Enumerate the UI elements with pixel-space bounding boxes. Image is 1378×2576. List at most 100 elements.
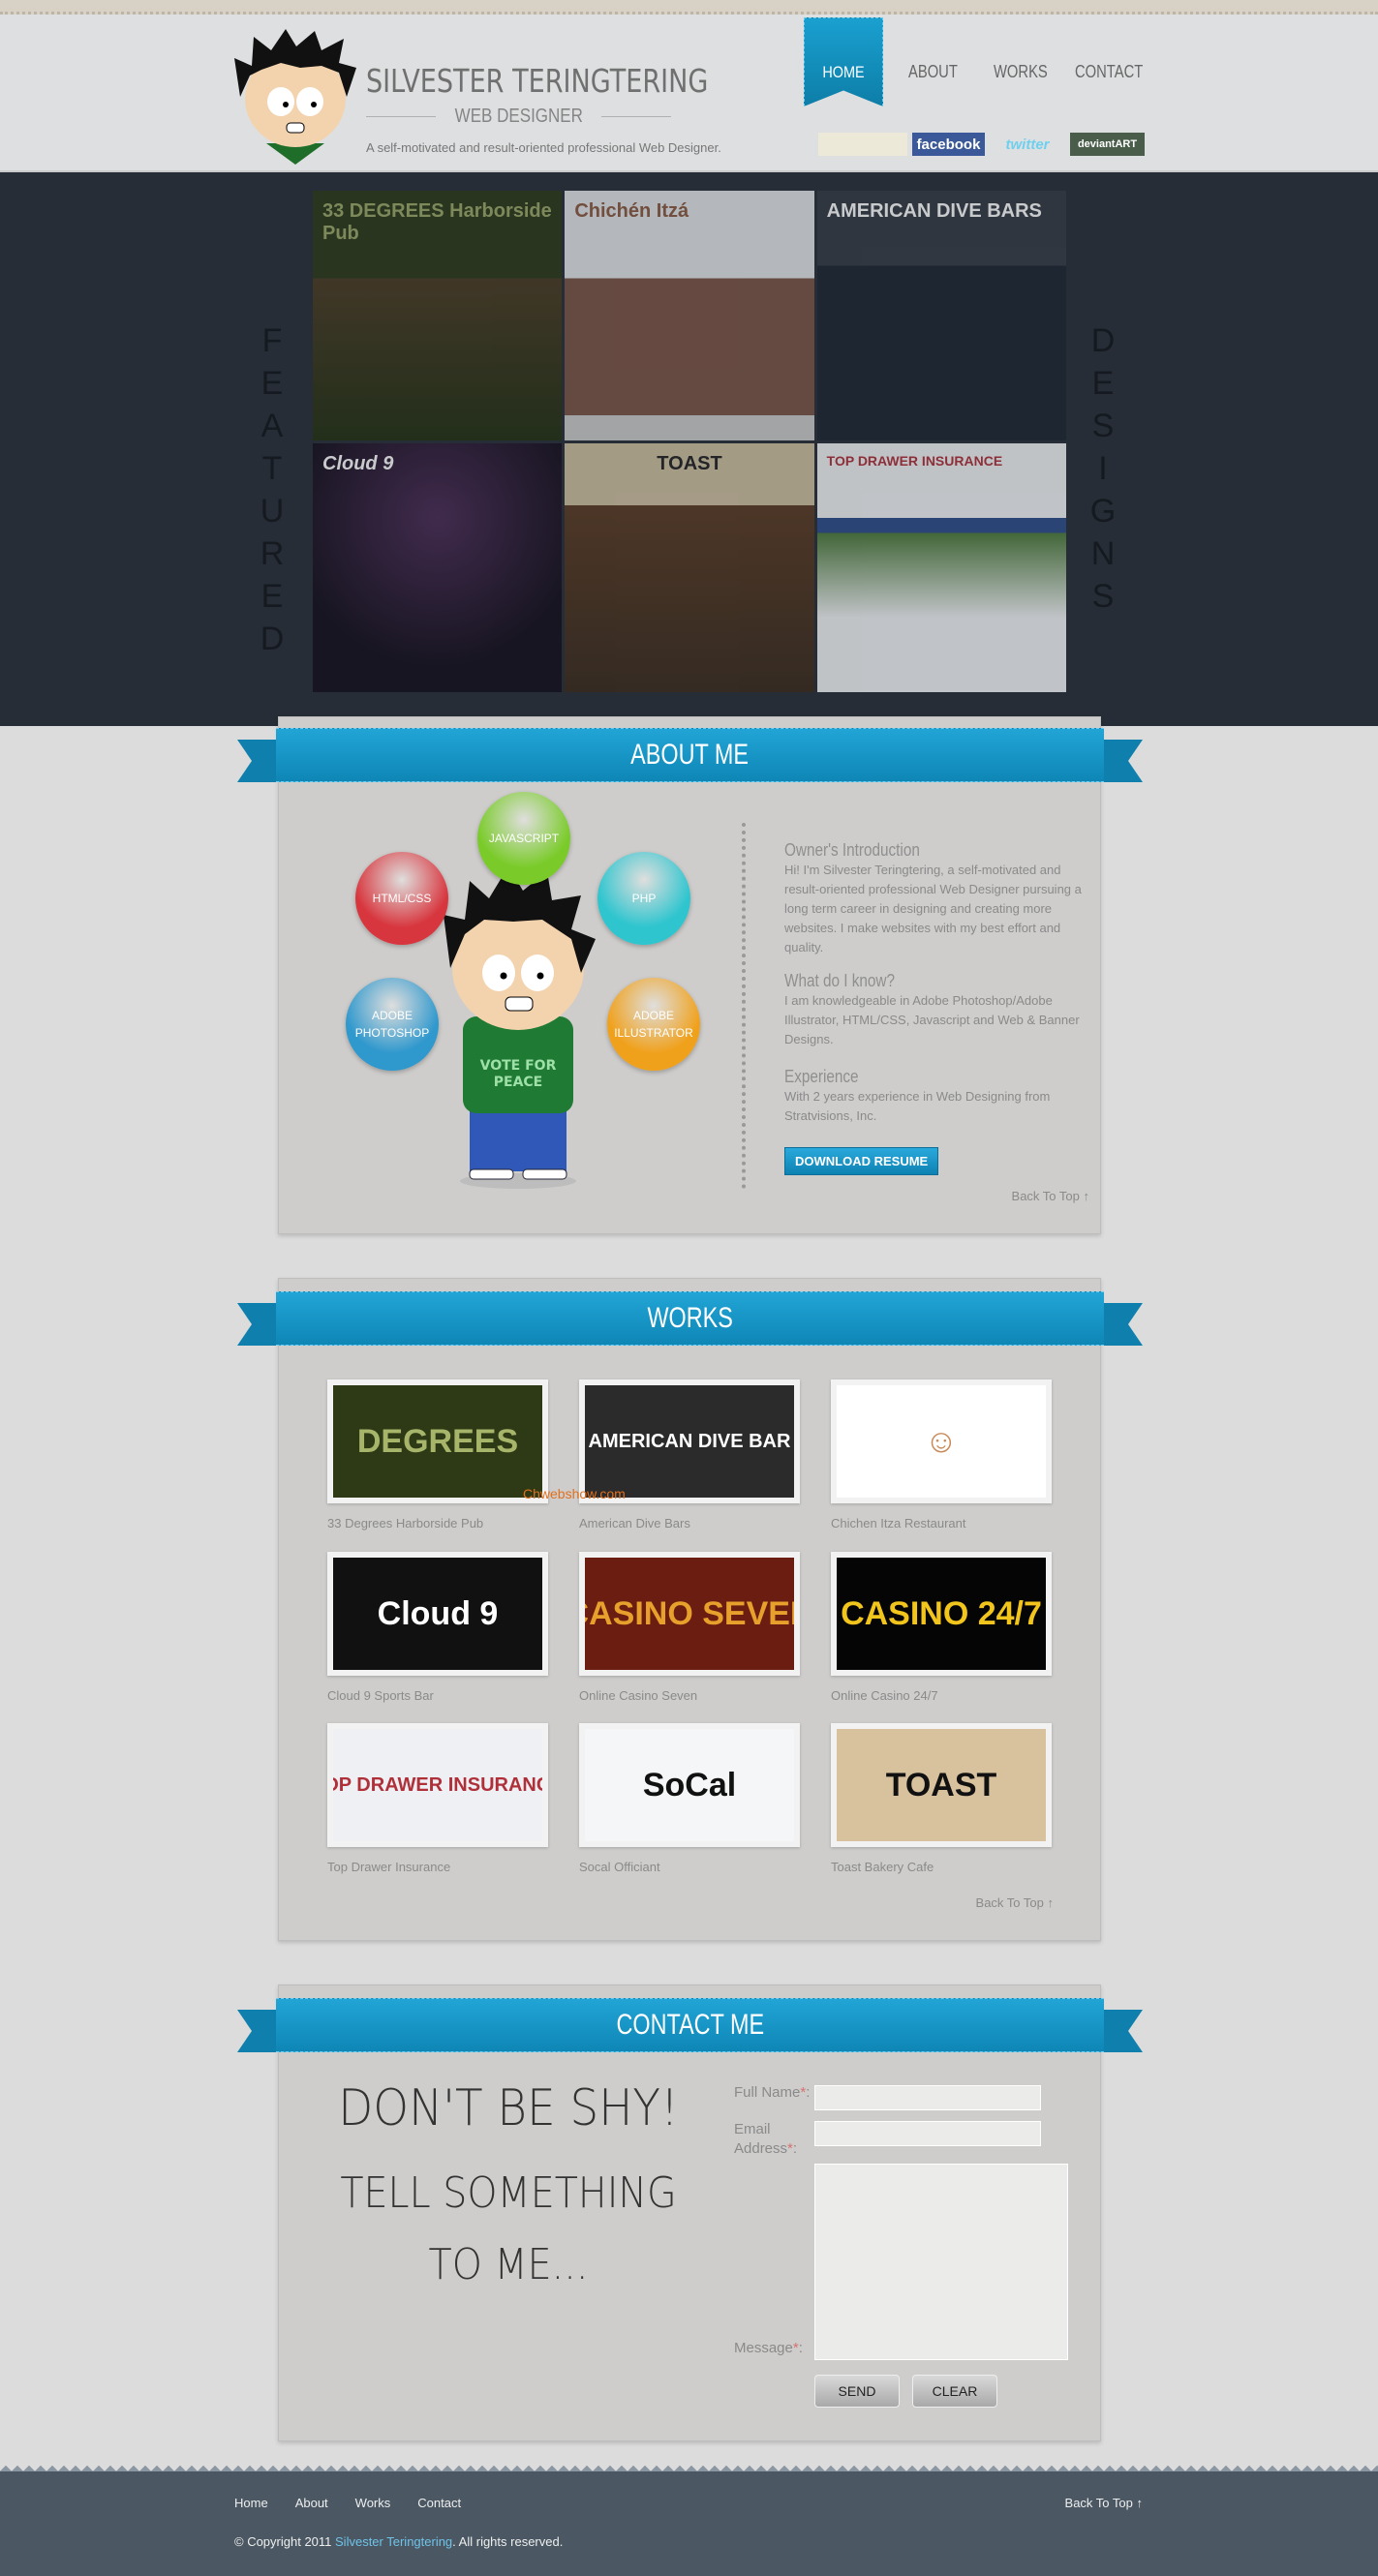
facebook-icon[interactable]: facebook <box>912 133 985 156</box>
featured-label: FEATURED <box>258 319 287 660</box>
featured-grid: 33 DEGREES Harborside Pub Chichén Itzá A… <box>313 191 1066 692</box>
footer-back-to-top[interactable]: Back To Top ↑ <box>1065 2496 1143 2510</box>
deviantart-icon[interactable]: deviantART <box>1070 133 1145 156</box>
thumbnail-image: ☺ <box>837 1385 1046 1498</box>
work-title[interactable]: Online Casino 24/7 <box>831 1688 938 1703</box>
work-thumbnail[interactable]: CASINO SEVEN <box>579 1552 800 1676</box>
top-border <box>0 0 1378 15</box>
featured-shot[interactable]: 33 DEGREES Harborside Pub <box>313 191 563 440</box>
vertical-letter: S <box>1091 578 1115 615</box>
skill-bubble: ADOBE ILLUSTRATOR <box>607 978 700 1071</box>
svg-text:PEACE: PEACE <box>494 1075 543 1090</box>
nav-works[interactable]: WORKS <box>994 62 1048 82</box>
subtitle-text: WEB DESIGNER <box>454 105 583 127</box>
download-resume-button[interactable]: DOWNLOAD RESUME <box>784 1147 939 1175</box>
thumbnail-image: CASINO 24/7 <box>837 1558 1046 1670</box>
section-title: CONTACT ME <box>616 2009 764 2041</box>
work-title[interactable]: 33 Degrees Harborside Pub <box>327 1516 483 1530</box>
divider <box>742 823 747 1189</box>
skill-bubble: HTML/CSS <box>355 852 448 945</box>
email-input[interactable] <box>814 2121 1041 2146</box>
vertical-letter: I <box>1098 450 1108 487</box>
footer <box>0 2471 1378 2576</box>
work-thumbnail[interactable]: ☺ <box>831 1379 1052 1503</box>
featured-shot[interactable]: Cloud 9 <box>313 442 563 692</box>
skills-text: I am knowledgeable in Adobe Photoshop/Ad… <box>784 993 1080 1046</box>
thumbnail-image: Cloud 9 <box>333 1558 542 1670</box>
featured-shot[interactable]: Chichén Itzá <box>565 191 814 440</box>
work-title[interactable]: Online Casino Seven <box>579 1688 697 1703</box>
work-thumbnail[interactable]: SoCal <box>579 1723 800 1847</box>
vertical-letter: D <box>1090 322 1116 359</box>
thumbnail-image: TOAST <box>837 1729 1046 1841</box>
footer-nav: Home About Works Contact <box>234 2496 461 2510</box>
message-textarea[interactable] <box>814 2164 1068 2360</box>
divider <box>366 115 436 117</box>
full-name-input[interactable] <box>814 2085 1041 2110</box>
designs-label: DESIGNS <box>1088 319 1118 618</box>
work-title[interactable]: Socal Officiant <box>579 1860 660 1874</box>
site-title: SILVESTER TERINGTERING <box>366 62 709 100</box>
clear-button[interactable]: CLEAR <box>912 2375 997 2408</box>
featured-shot[interactable]: AMERICAN DIVE BARS <box>816 191 1066 440</box>
work-title[interactable]: American Dive Bars <box>579 1516 690 1530</box>
send-button[interactable]: SEND <box>814 2375 900 2408</box>
contact-subline: TO ME... <box>428 2240 589 2289</box>
featured-shot[interactable]: TOP DRAWER INSURANCE <box>816 442 1066 692</box>
nav-contact[interactable]: CONTACT <box>1075 62 1143 82</box>
contact-ribbon: CONTACT ME <box>237 1998 1143 2052</box>
vertical-letter: S <box>1091 408 1115 444</box>
svg-text:VOTE FOR: VOTE FOR <box>480 1058 557 1074</box>
email-label: Email Address*: <box>734 2121 798 2157</box>
thumbnail-image: TOP DRAWER INSURANCE <box>333 1729 542 1841</box>
footer-link-about[interactable]: About <box>295 2496 328 2510</box>
about-text: Owner's Introduction Hi! I'm Silvester T… <box>784 840 1089 1175</box>
footer-link-works[interactable]: Works <box>355 2496 391 2510</box>
twitter-icon[interactable]: twitter <box>993 133 1062 156</box>
divider <box>601 115 672 117</box>
work-thumbnail[interactable]: DEGREES <box>327 1379 548 1503</box>
thumbnail-image: AMERICAN DIVE BAR <box>585 1385 794 1498</box>
contact-subline: TELL SOMETHING <box>340 2168 677 2218</box>
nav-about[interactable]: ABOUT <box>908 62 958 82</box>
thumbnail-image: CASINO SEVEN <box>585 1558 794 1670</box>
about-ribbon: ABOUT ME <box>237 728 1143 782</box>
work-thumbnail[interactable]: TOP DRAWER INSURANCE <box>327 1723 548 1847</box>
work-title[interactable]: Chichen Itza Restaurant <box>831 1516 965 1530</box>
intro-text: Hi! I'm Silvester Teringtering, a self-m… <box>784 863 1082 955</box>
back-to-top-link[interactable]: Back To Top ↑ <box>1012 1189 1089 1203</box>
section-title: WORKS <box>647 1302 733 1334</box>
footer-link-contact[interactable]: Contact <box>417 2496 461 2510</box>
vertical-letter: G <box>1089 493 1117 530</box>
work-title[interactable]: Top Drawer Insurance <box>327 1860 450 1874</box>
vertical-letter: R <box>260 535 285 572</box>
skill-bubble: JAVASCRIPT <box>477 792 570 885</box>
work-thumbnail[interactable]: CASINO 24/7 <box>831 1552 1052 1676</box>
search-input[interactable] <box>818 133 907 156</box>
experience-heading: Experience <box>784 1067 859 1086</box>
footer-link-home[interactable]: Home <box>234 2496 268 2510</box>
full-name-label: Full Name*: <box>734 2084 811 2101</box>
work-title[interactable]: Toast Bakery Cafe <box>831 1860 934 1874</box>
featured-shot[interactable]: TOAST <box>565 442 814 692</box>
experience-text: With 2 years experience in Web Designing… <box>784 1089 1051 1123</box>
vertical-letter: U <box>260 493 285 530</box>
character-illustration: VOTE FOR PEACE <box>444 866 596 1189</box>
works-ribbon: WORKS <box>237 1291 1143 1346</box>
thumbnail-image: SoCal <box>585 1729 794 1841</box>
tagline: A self-motivated and result-oriented pro… <box>366 140 721 155</box>
copyright: © Copyright 2011 Silvester Teringtering.… <box>234 2534 564 2549</box>
work-thumbnail[interactable]: TOAST <box>831 1723 1052 1847</box>
message-label: Message*: <box>734 2340 803 2356</box>
vertical-letter: E <box>260 578 284 615</box>
skill-bubble: ADOBE PHOTOSHOP <box>346 978 439 1071</box>
vertical-letter: D <box>260 621 285 657</box>
work-thumbnail[interactable]: Cloud 9 <box>327 1552 548 1676</box>
work-thumbnail[interactable]: AMERICAN DIVE BAR <box>579 1379 800 1503</box>
skills-heading: What do I know? <box>784 971 895 990</box>
work-title[interactable]: Cloud 9 Sports Bar <box>327 1688 434 1703</box>
copyright-name-link[interactable]: Silvester Teringtering <box>335 2534 452 2549</box>
watermark: Chwebshow.com <box>523 1486 626 1501</box>
vertical-letter: A <box>260 408 284 444</box>
back-to-top-link[interactable]: Back To Top ↑ <box>976 1895 1054 1910</box>
